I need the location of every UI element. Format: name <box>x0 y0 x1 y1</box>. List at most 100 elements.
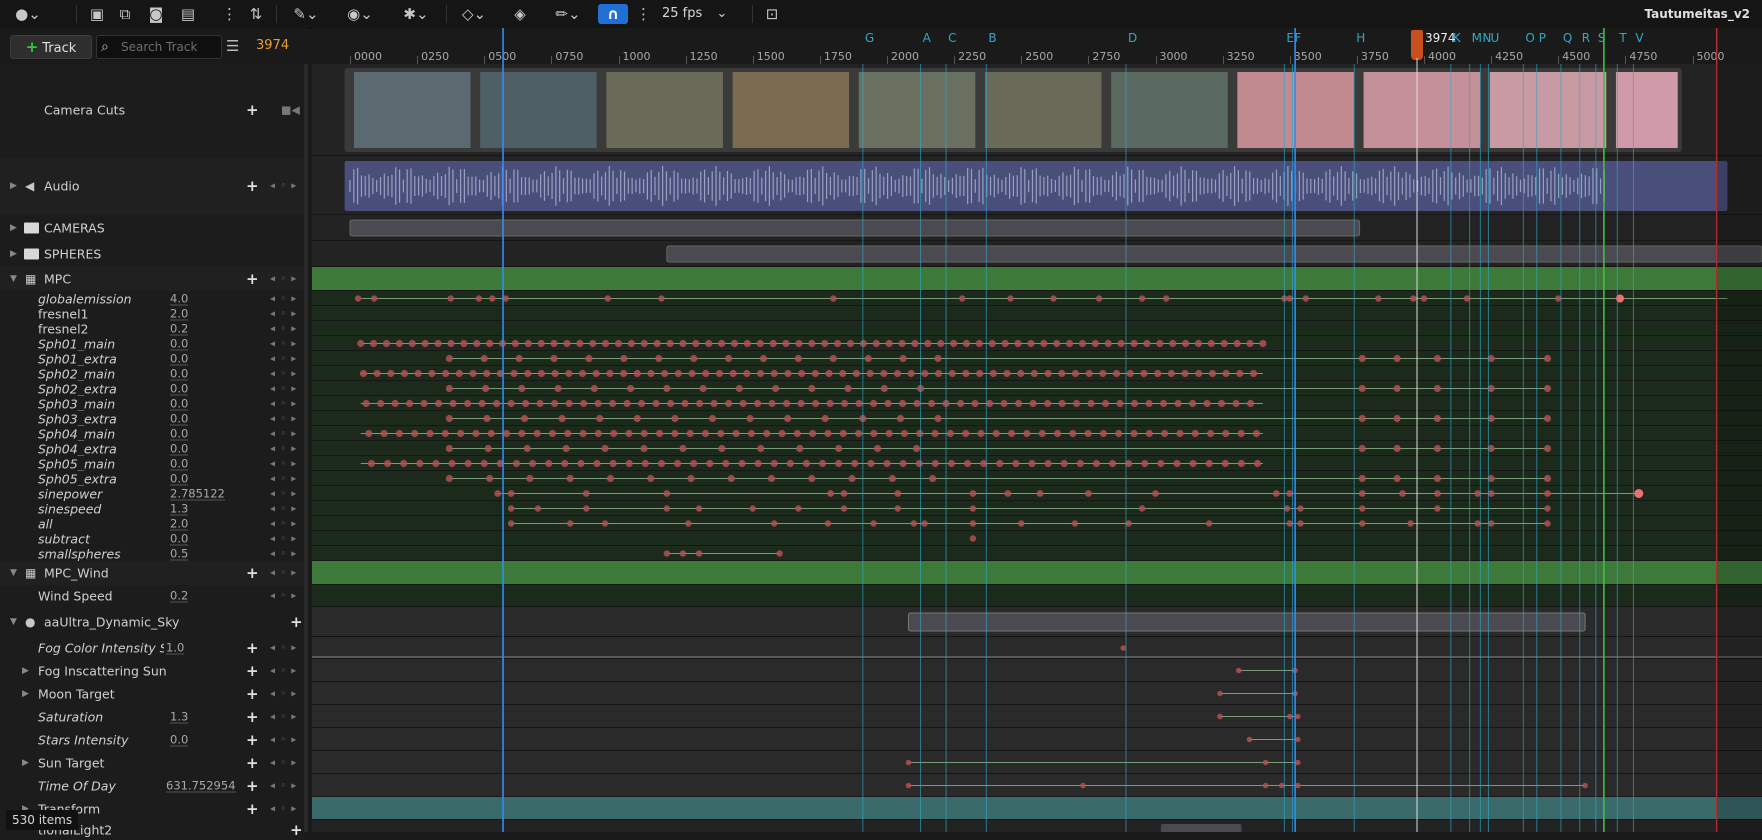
key-navigation-icon[interactable]: ◂ ◦ ▸ <box>270 757 297 768</box>
auto-key-icon[interactable]: ◈ <box>508 4 532 24</box>
track-value-field[interactable]: 0.5 <box>170 547 189 560</box>
track-row-sph01-extra[interactable]: Sph01_extra 0.0 ◂ ◦ ▸ <box>0 351 304 366</box>
track-row-time-of-day[interactable]: Time Of Day 631.752954 + ◂ ◦ ▸ <box>0 774 304 797</box>
track-value-field[interactable]: 0.0 <box>170 352 189 365</box>
add-icon[interactable]: + <box>246 777 259 795</box>
track-value-field[interactable]: 0.0 <box>170 472 189 485</box>
track-row-subtract[interactable]: subtract 0.0 ◂ ◦ ▸ <box>0 531 304 546</box>
track-row-sinespeed[interactable]: sinespeed 1.3 ◂ ◦ ▸ <box>0 501 304 516</box>
track-row-spheres[interactable]: ▶ SPHERES <box>0 241 304 267</box>
track-row-audio[interactable]: ▶ ◀ Audio + ◂ ◦ ▸ <box>0 157 304 215</box>
track-row-sph03-extra[interactable]: Sph03_extra 0.0 ◂ ◦ ▸ <box>0 411 304 426</box>
track-value-field[interactable]: 0.0 <box>170 337 189 350</box>
track-row-mpc[interactable]: ▼ ▦ MPC + ◂ ◦ ▸ <box>0 267 304 291</box>
key-navigation-icon[interactable]: ◂ ◦ ▸ <box>270 688 297 699</box>
brush-icon[interactable]: ✏⌄ <box>550 4 586 24</box>
snap-magnet-icon[interactable]: ∩ <box>598 4 628 24</box>
expand-arrow-icon[interactable]: ▶ <box>10 249 17 259</box>
track-row-wind-speed[interactable]: Wind Speed 0.2 ◂ ◦ ▸ <box>0 585 304 607</box>
key-navigation-icon[interactable]: ◂ ◦ ▸ <box>270 665 297 676</box>
track-value-field[interactable]: 0.0 <box>170 382 189 395</box>
track-value-field[interactable]: 2.0 <box>170 307 189 320</box>
track-value-field[interactable]: 1.3 <box>170 502 189 515</box>
track-row-sph02-main[interactable]: Sph02_main 0.0 ◂ ◦ ▸ <box>0 366 304 381</box>
key-navigation-icon[interactable]: ◂ ◦ ▸ <box>270 780 297 791</box>
track-value-field[interactable]: 1.0 <box>166 642 185 655</box>
fps-selector[interactable]: 25 fps ⌄ <box>662 4 727 24</box>
key-navigation-icon[interactable]: ◂ ◦ ▸ <box>270 413 297 424</box>
track-value-field[interactable]: 0.0 <box>170 457 189 470</box>
clapper-icon[interactable]: ▤ <box>176 4 200 24</box>
track-value-field[interactable]: 0.0 <box>170 442 189 455</box>
track-value-field[interactable]: 0.2 <box>170 322 189 335</box>
track-row-saturation[interactable]: Saturation 1.3 + ◂ ◦ ▸ <box>0 705 304 728</box>
track-value-field[interactable]: 631.752954 <box>166 779 236 792</box>
key-navigation-icon[interactable]: ◂ ◦ ▸ <box>270 643 297 654</box>
key-navigation-icon[interactable]: ◂ ◦ ▸ <box>270 308 297 319</box>
add-icon[interactable]: + <box>246 564 259 582</box>
key-navigation-icon[interactable]: ◂ ◦ ▸ <box>270 293 297 304</box>
current-frame[interactable]: 3974 <box>256 35 289 57</box>
key-navigation-icon[interactable]: ◂ ◦ ▸ <box>270 803 297 814</box>
key-navigation-icon[interactable]: ◂ ◦ ▸ <box>270 568 297 579</box>
key-navigation-icon[interactable]: ◂ ◦ ▸ <box>270 274 297 285</box>
track-value-field[interactable]: 0.0 <box>170 367 189 380</box>
add-icon[interactable]: + <box>246 708 259 726</box>
track-value-field[interactable]: 0.2 <box>170 590 189 603</box>
track-row-dynamic-sky[interactable]: ▼ ● aaUltra_Dynamic_Sky + <box>0 607 304 637</box>
track-row-fog-insc[interactable]: ▶ Fog Inscattering Sun + ◂ ◦ ▸ <box>0 659 304 682</box>
search-track-input[interactable]: ⌕ Search Track <box>96 35 222 59</box>
key-navigation-icon[interactable]: ◂ ◦ ▸ <box>270 591 297 602</box>
track-row-fresnel2[interactable]: fresnel2 0.2 ◂ ◦ ▸ <box>0 321 304 336</box>
camera-lock-icon[interactable]: ■◀ <box>281 104 300 117</box>
key-navigation-icon[interactable]: ◂ ◦ ▸ <box>270 473 297 484</box>
track-row-sph04-main[interactable]: Sph04_main 0.0 ◂ ◦ ▸ <box>0 426 304 441</box>
key-navigation-icon[interactable]: ◂ ◦ ▸ <box>270 398 297 409</box>
track-row-sph01-main[interactable]: Sph01_main 0.0 ◂ ◦ ▸ <box>0 336 304 351</box>
more-options-icon[interactable]: ⋮ <box>222 4 237 24</box>
snap-options-icon[interactable]: ⋮ <box>636 4 651 24</box>
key-interpolation-icon[interactable]: ◇⌄ <box>456 4 492 24</box>
track-row-cameras[interactable]: ▶ CAMERAS <box>0 215 304 241</box>
track-row-smallspheres[interactable]: smallspheres 0.5 ◂ ◦ ▸ <box>0 546 304 561</box>
add-icon[interactable]: + <box>246 731 259 749</box>
key-navigation-icon[interactable]: ◂ ◦ ▸ <box>270 368 297 379</box>
render-movie-icon[interactable]: ◙ <box>144 4 168 24</box>
track-row-sph05-extra[interactable]: Sph05_extra 0.0 ◂ ◦ ▸ <box>0 471 304 486</box>
track-row-moon-target[interactable]: ▶ Moon Target + ◂ ◦ ▸ <box>0 682 304 705</box>
track-row-all[interactable]: all 2.0 ◂ ◦ ▸ <box>0 516 304 531</box>
add-icon[interactable]: + <box>246 685 259 703</box>
add-icon[interactable]: + <box>246 639 259 657</box>
collapse-arrow-icon[interactable]: ▼ <box>10 617 17 627</box>
track-row-sun-target[interactable]: ▶ Sun Target + ◂ ◦ ▸ <box>0 751 304 774</box>
expand-arrow-icon[interactable]: ▶ <box>10 181 17 191</box>
track-row-sph05-main[interactable]: Sph05_main 0.0 ◂ ◦ ▸ <box>0 456 304 471</box>
track-row-sph02-extra[interactable]: Sph02_extra 0.0 ◂ ◦ ▸ <box>0 381 304 396</box>
expand-arrow-icon[interactable]: ▶ <box>22 689 29 699</box>
key-navigation-icon[interactable]: ◂ ◦ ▸ <box>270 458 297 469</box>
track-row-camera-cuts[interactable]: Camera Cuts + ■◀ <box>0 64 304 156</box>
add-track-button[interactable]: + Track <box>10 35 92 59</box>
key-navigation-icon[interactable]: ◂ ◦ ▸ <box>270 711 297 722</box>
track-row-sph04-extra[interactable]: Sph04_extra 0.0 ◂ ◦ ▸ <box>0 441 304 456</box>
track-value-field[interactable]: 0.0 <box>170 532 189 545</box>
track-value-field[interactable]: 2.0 <box>170 517 189 530</box>
playback-settings-icon[interactable]: ⇅ <box>244 4 268 24</box>
find-asset-icon[interactable]: ⧉ <box>114 4 136 24</box>
track-row-mpc-wind[interactable]: ▼ ▦ MPC_Wind + ◂ ◦ ▸ <box>0 561 304 585</box>
collapse-arrow-icon[interactable]: ▼ <box>10 568 17 578</box>
key-navigation-icon[interactable]: ◂ ◦ ▸ <box>270 443 297 454</box>
key-navigation-icon[interactable]: ◂ ◦ ▸ <box>270 503 297 514</box>
expand-arrow-icon[interactable]: ▶ <box>22 758 29 768</box>
track-row-globalemission[interactable]: globalemission 4.0 ◂ ◦ ▸ <box>0 291 304 306</box>
key-navigation-icon[interactable]: ◂ ◦ ▸ <box>270 533 297 544</box>
add-icon[interactable]: + <box>246 754 259 772</box>
view-options-icon[interactable]: ◉⌄ <box>340 4 380 24</box>
track-value-field[interactable]: 4.0 <box>170 292 189 305</box>
world-icon[interactable]: ●⌄ <box>12 4 44 24</box>
track-value-field[interactable]: 0.0 <box>170 733 189 746</box>
add-icon[interactable]: + <box>246 177 259 195</box>
timeline-area[interactable]: 0000025005000750100012501500175020002250… <box>312 28 1762 832</box>
track-row-sph03-main[interactable]: Sph03_main 0.0 ◂ ◦ ▸ <box>0 396 304 411</box>
track-value-field[interactable]: 1.3 <box>170 710 189 723</box>
